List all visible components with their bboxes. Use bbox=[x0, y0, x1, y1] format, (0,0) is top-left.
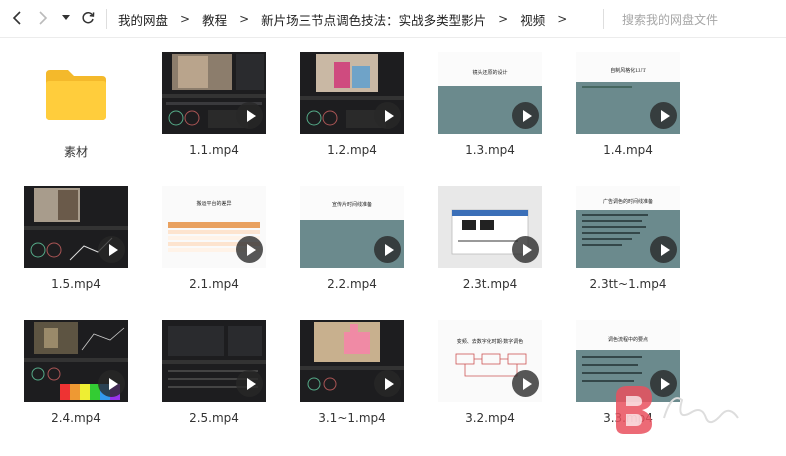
video-thumbnail bbox=[162, 52, 266, 134]
play-icon[interactable] bbox=[98, 236, 125, 263]
breadcrumb-separator: > bbox=[557, 12, 568, 26]
play-icon[interactable] bbox=[236, 102, 263, 129]
breadcrumb: 我的网盘 > 教程 > 新片场三节点调色技法：实战多类型影片 > 视频 > bbox=[118, 0, 579, 38]
play-icon[interactable] bbox=[512, 236, 539, 263]
caret-down-icon[interactable] bbox=[58, 7, 74, 29]
play-icon[interactable] bbox=[374, 236, 401, 263]
video-thumbnail: 调色流程中的要点 bbox=[576, 320, 680, 402]
breadcrumb-separator: > bbox=[498, 12, 509, 26]
play-icon[interactable] bbox=[512, 370, 539, 397]
video-thumbnail bbox=[24, 186, 128, 268]
chevron-left-icon[interactable] bbox=[6, 7, 28, 29]
slide-text-line bbox=[582, 86, 632, 88]
breadcrumb-item[interactable]: 我的网盘 bbox=[118, 10, 168, 29]
slide-title: 镜头还原的设计 bbox=[472, 70, 508, 76]
search-input[interactable]: 搜索我的网盘文件 bbox=[622, 0, 718, 38]
video-thumbnail: 变频、去数字化时期·数字调色 bbox=[438, 320, 542, 402]
play-icon[interactable] bbox=[512, 102, 539, 129]
play-icon[interactable] bbox=[236, 370, 263, 397]
file-name[interactable]: 2.2.mp4 bbox=[282, 277, 422, 291]
video-thumbnail: 自制风格化LUT bbox=[576, 52, 680, 134]
file-name[interactable]: 2.3tt~1.mp4 bbox=[558, 277, 698, 291]
video-thumbnail bbox=[300, 320, 404, 402]
file-name[interactable]: 素材 bbox=[6, 143, 146, 160]
file-name[interactable]: 3.2.mp4 bbox=[420, 411, 560, 425]
play-icon[interactable] bbox=[374, 370, 401, 397]
video-thumbnail bbox=[24, 320, 128, 402]
video-thumbnail: 宣传片时间线准备 bbox=[300, 186, 404, 268]
file-name[interactable]: 1.1.mp4 bbox=[144, 143, 284, 157]
chevron-right-icon[interactable] bbox=[32, 7, 54, 29]
play-icon[interactable] bbox=[650, 102, 677, 129]
toolbar-divider bbox=[106, 9, 107, 29]
video-thumbnail bbox=[162, 320, 266, 402]
file-name[interactable]: 2.4.mp4 bbox=[6, 411, 146, 425]
top-toolbar: 我的网盘 > 教程 > 新片场三节点调色技法：实战多类型影片 > 视频 > 搜索… bbox=[0, 0, 786, 38]
breadcrumb-separator: > bbox=[180, 12, 191, 26]
play-icon[interactable] bbox=[98, 370, 125, 397]
breadcrumb-item[interactable]: 视频 bbox=[520, 10, 545, 29]
video-thumbnail bbox=[438, 186, 542, 268]
file-name[interactable]: 1.5.mp4 bbox=[6, 277, 146, 291]
play-icon[interactable] bbox=[374, 102, 401, 129]
slide-title: 自制风格化LUT bbox=[610, 68, 646, 74]
refresh-icon[interactable] bbox=[77, 7, 99, 29]
file-name[interactable]: 1.3.mp4 bbox=[420, 143, 560, 157]
toolbar-divider bbox=[603, 9, 604, 29]
video-thumbnail: 镜头还原的设计 bbox=[438, 52, 542, 134]
breadcrumb-item[interactable]: 教程 bbox=[202, 10, 227, 29]
file-name[interactable]: 3.1~1.mp4 bbox=[282, 411, 422, 425]
play-icon[interactable] bbox=[650, 236, 677, 263]
play-icon[interactable] bbox=[650, 370, 677, 397]
folder-icon bbox=[44, 64, 108, 122]
breadcrumb-item[interactable]: 新片场三节点调色技法：实战多类型影片 bbox=[261, 10, 486, 29]
slide-title: 宣传片时间线准备 bbox=[331, 202, 372, 208]
play-icon[interactable] bbox=[236, 236, 263, 263]
file-name[interactable]: 2.5.mp4 bbox=[144, 411, 284, 425]
file-name[interactable]: 2.1.mp4 bbox=[144, 277, 284, 291]
file-name[interactable]: 3.3.mp4 bbox=[558, 411, 698, 425]
video-thumbnail: 广告调色的时间线准备 bbox=[576, 186, 680, 268]
file-name[interactable]: 1.2.mp4 bbox=[282, 143, 422, 157]
file-name[interactable]: 1.4.mp4 bbox=[558, 143, 698, 157]
video-thumbnail bbox=[300, 52, 404, 134]
file-name[interactable]: 2.3t.mp4 bbox=[420, 277, 560, 291]
video-thumbnail: 搬运平台的差异 bbox=[162, 186, 266, 268]
breadcrumb-separator: > bbox=[239, 12, 250, 26]
